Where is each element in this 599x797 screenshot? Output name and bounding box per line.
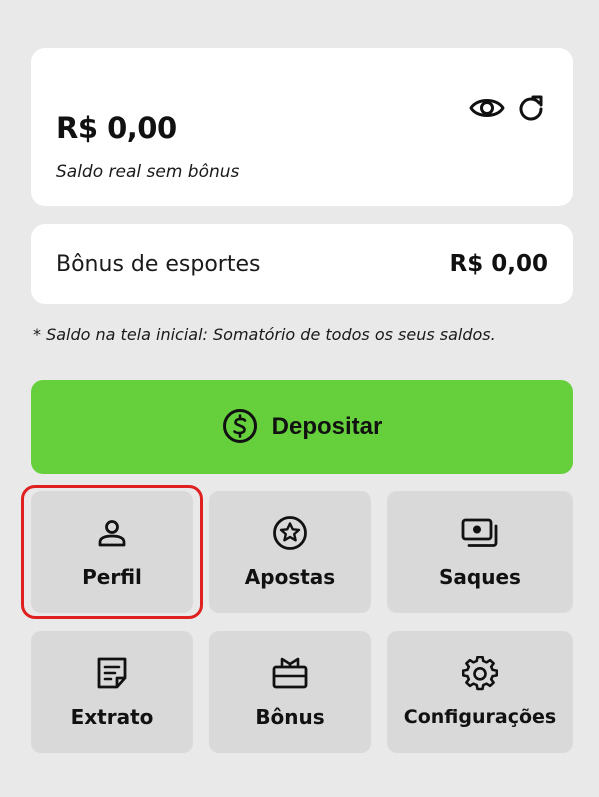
menu-item-label: Bônus — [255, 705, 325, 729]
eye-icon[interactable] — [469, 95, 505, 121]
gift-icon — [271, 655, 309, 691]
menu-item-configuracoes[interactable]: Configurações — [387, 631, 573, 753]
menu-item-saques[interactable]: Saques — [387, 491, 573, 613]
menu-item-label: Apostas — [244, 565, 336, 589]
menu-item-apostas[interactable]: Apostas — [209, 491, 371, 613]
menu-item-label: Extrato — [70, 705, 154, 729]
menu-item-label: Perfil — [82, 565, 142, 589]
balance-card: R$ 0,00 Saldo real sem bônus — [31, 48, 573, 206]
balance-amount: R$ 0,00 — [56, 111, 177, 145]
sports-bonus-label: Bônus de esportes — [56, 251, 261, 277]
star-circle-icon — [272, 515, 308, 551]
menu-item-extrato[interactable]: Extrato — [31, 631, 193, 753]
document-icon — [95, 655, 129, 691]
balance-note: * Saldo na tela inicial: Somatório de to… — [33, 325, 496, 344]
menu-item-label: Configurações — [403, 706, 557, 728]
menu-item-label: Saques — [439, 565, 521, 589]
refresh-icon[interactable] — [517, 94, 545, 122]
balance-actions — [469, 94, 545, 122]
balance-subtitle: Saldo real sem bônus — [56, 162, 240, 182]
dollar-circle-icon — [222, 408, 258, 447]
money-stack-icon — [460, 515, 500, 551]
user-icon — [96, 515, 128, 551]
sports-bonus-value: R$ 0,00 — [449, 251, 548, 277]
gear-icon — [462, 656, 498, 692]
menu-item-perfil[interactable]: Perfil — [31, 491, 193, 613]
deposit-button[interactable]: Depositar — [31, 380, 573, 474]
deposit-label: Depositar — [271, 413, 383, 440]
menu-item-bonus[interactable]: Bônus — [209, 631, 371, 753]
sports-bonus-card: Bônus de esportes R$ 0,00 — [31, 224, 573, 304]
